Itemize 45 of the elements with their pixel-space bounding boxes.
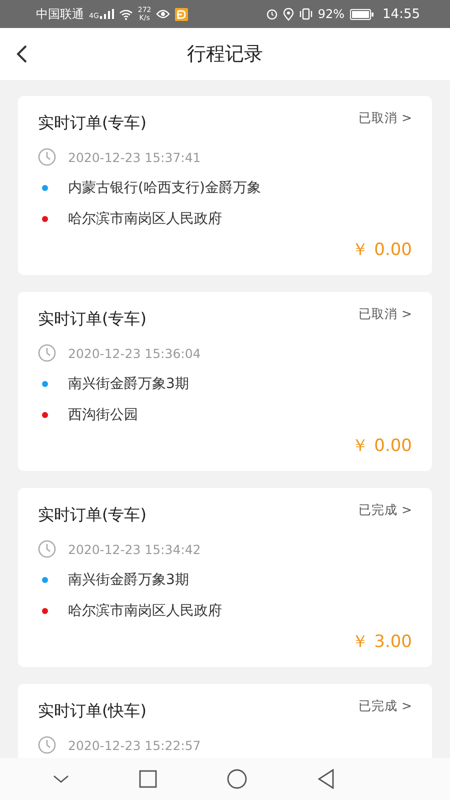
order-status-link[interactable]: 已完成 > <box>358 502 412 519</box>
signal-icon <box>100 9 114 19</box>
order-price: ￥ 0.00 <box>352 435 412 457</box>
order-type: 实时订单(快车) <box>38 701 146 722</box>
order-status-link[interactable]: 已完成 > <box>358 698 412 715</box>
address-text: 南兴街金爵万象3期 <box>68 375 189 393</box>
clock-icon <box>38 540 56 558</box>
recents-icon[interactable] <box>139 770 157 788</box>
location-icon <box>282 8 294 20</box>
order-card[interactable]: 实时订单(专车) 已取消 > 2020-12-23 15:37:41 内蒙古银行(哈西支行)金爵万象 哈尔滨市南岗区人民政府 ￥ 0.00 <box>18 96 432 275</box>
carrier-name: 中国联通 <box>36 6 84 22</box>
address-text: 哈尔滨市南岗区人民政府 <box>68 210 222 228</box>
collapse-icon[interactable] <box>53 774 69 784</box>
order-status-link[interactable]: 已取消 > <box>358 306 412 323</box>
page-title: 行程记录 <box>187 42 263 67</box>
address-text: 西沟街公园 <box>68 406 138 424</box>
order-time: 2020-12-23 15:37:41 <box>68 150 201 164</box>
address-text: 哈尔滨市南岗区人民政府 <box>68 602 222 620</box>
order-price: ￥ 3.00 <box>352 631 412 653</box>
order-time: 2020-12-23 15:22:57 <box>68 738 201 752</box>
order-status-link[interactable]: 已取消 > <box>358 110 412 127</box>
order-price: ￥ 0.00 <box>352 239 412 261</box>
order-card[interactable]: 实时订单(专车) 已取消 > 2020-12-23 15:36:04 南兴街金爵万象3期 西沟街公园 ￥ 0.00 <box>18 292 432 471</box>
order-card[interactable]: 实时订单(专车) 已完成 > 2020-12-23 15:34:42 南兴街金爵万象3期 哈尔滨市南岗区人民政府 ￥ 3.00 <box>18 488 432 667</box>
alarm-icon <box>266 8 278 20</box>
clock-icon <box>38 736 56 754</box>
eye-icon <box>156 9 170 19</box>
order-type: 实时订单(专车) <box>38 309 146 330</box>
order-type: 实时订单(专车) <box>38 505 146 526</box>
order-time: 2020-12-23 15:36:04 <box>68 346 201 360</box>
clock-time: 14:55 <box>382 6 420 22</box>
wifi-icon <box>118 8 133 20</box>
order-time: 2020-12-23 15:34:42 <box>68 542 201 556</box>
back-icon[interactable] <box>317 769 335 789</box>
battery-percent: 92% <box>318 7 345 21</box>
address-text: 内蒙古银行(哈西支行)金爵万象 <box>68 179 261 197</box>
clock-icon <box>38 148 56 166</box>
order-type: 实时订单(专车) <box>38 113 146 134</box>
address-text: 南兴街金爵万象3期 <box>68 571 189 589</box>
clock-icon <box>38 344 56 362</box>
order-card[interactable]: 实时订单(快车) 已完成 > 2020-12-23 15:22:57 <box>18 684 432 758</box>
vibrate-icon <box>298 8 313 20</box>
battery-icon <box>350 8 374 20</box>
app-icon <box>175 8 188 20</box>
home-icon[interactable] <box>227 769 247 789</box>
